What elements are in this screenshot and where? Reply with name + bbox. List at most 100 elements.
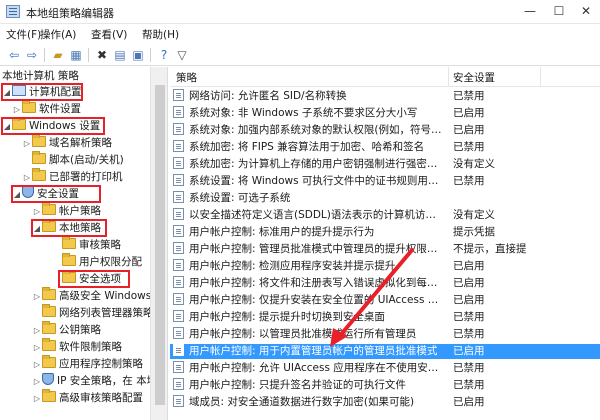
- tree-user-rights[interactable]: 用户权限分配: [52, 253, 142, 271]
- minimize-button[interactable]: —: [514, 0, 546, 24]
- menu-view[interactable]: 查看(V): [91, 27, 127, 42]
- policy-name-text: 域成员: 对安全通道数据进行数字加密(如果可能): [189, 396, 415, 408]
- tree-root-label: 本地计算机 策略: [2, 70, 79, 82]
- column-header-policy[interactable]: 策略: [176, 70, 197, 85]
- table-row[interactable]: 用户帐户控制: 以管理员批准模式运行所有管理员 已禁用: [170, 327, 600, 342]
- tree-public-key[interactable]: ▷ 公钥策略: [32, 321, 101, 339]
- security-setting-value: 已禁用: [453, 379, 485, 391]
- tree-ipsec[interactable]: ▷ IP 安全策略，在 本地: [32, 373, 157, 390]
- tree-wf-advanced[interactable]: ▷ 高级安全 Windows 防: [32, 287, 165, 305]
- table-row[interactable]: 系统加密: 为计算机上存储的用户密钥强制进行强密钥保护 没有定义: [170, 157, 600, 172]
- folder-icon: [42, 304, 56, 317]
- policy-item-icon: [173, 157, 184, 169]
- table-row[interactable]: 用户帐户控制: 允许 UIAccess 应用程序在不使用安全桌面... 已禁用: [170, 361, 600, 376]
- security-setting-value: 已启用: [453, 107, 485, 119]
- tree-audit-policy[interactable]: 审核策略: [52, 236, 121, 254]
- security-setting-value: 没有定义: [453, 209, 495, 221]
- policy-name-text: 用户帐户控制: 只提升签名并验证的可执行文件: [189, 379, 406, 391]
- filter-icon[interactable]: ▽: [174, 47, 190, 63]
- highlight-box: [1, 117, 105, 135]
- tree-software-restriction[interactable]: ▷ 软件限制策略: [32, 338, 122, 356]
- table-row[interactable]: 系统设置: 将 Windows 可执行文件中的证书规则用于软件... 已禁用: [170, 174, 600, 189]
- table-row[interactable]: 用户帐户控制: 提示提升时切换到安全桌面 已禁用: [170, 310, 600, 325]
- table-row[interactable]: 系统对象: 加强内部系统对象的默认权限(例如，符号链接) 已启用: [170, 123, 600, 138]
- policy-name-text: 用户帐户控制: 以管理员批准模式运行所有管理员: [189, 328, 417, 340]
- export-list-icon[interactable]: ▣: [130, 47, 146, 63]
- column-divider[interactable]: [540, 67, 541, 87]
- tree-scripts[interactable]: 脚本(启动/关机): [22, 151, 124, 169]
- folder-icon: [22, 100, 36, 113]
- table-row[interactable]: 用户帐户控制: 将文件和注册表写入错误虚拟化到每用户位置 已启用: [170, 276, 600, 291]
- tree-item-label: 高级审核策略配置: [59, 392, 143, 404]
- back-arrow-icon[interactable]: ⇦: [6, 47, 22, 63]
- expand-arrow-icon[interactable]: ▷: [32, 339, 42, 356]
- column-header-setting[interactable]: 安全设置: [453, 70, 495, 85]
- expand-arrow-icon[interactable]: ▷: [32, 288, 42, 305]
- scrollbar-thumb[interactable]: [155, 85, 165, 405]
- security-setting-value: 已禁用: [453, 90, 485, 102]
- tree-network-list[interactable]: 网络列表管理器策略: [32, 304, 154, 322]
- policy-name: 系统加密: 将 FIPS 兼容算法用于加密、哈希和签名: [173, 140, 445, 155]
- menu-bar: 文件(F) 操作(A) 查看(V) 帮助(H): [0, 24, 600, 44]
- folder-icon: [42, 389, 56, 402]
- expand-arrow-icon[interactable]: ▷: [12, 101, 22, 118]
- menu-help[interactable]: 帮助(H): [142, 27, 179, 42]
- policy-item-icon: [173, 344, 184, 356]
- expand-arrow-icon[interactable]: ▷: [32, 203, 42, 220]
- menu-file[interactable]: 文件(F): [6, 27, 41, 42]
- toolbar-separator: [88, 48, 89, 62]
- table-row[interactable]: 网络访问: 允许匿名 SID/名称转换 已禁用: [170, 89, 600, 104]
- tree-item-label: 软件限制策略: [59, 341, 122, 353]
- policy-name-text: 系统加密: 为计算机上存储的用户密钥强制进行强密钥保护: [189, 158, 445, 170]
- tree-item-label: 已部署的打印机: [49, 171, 123, 183]
- table-row[interactable]: 用户帐户控制: 仅提升安装在安全位置的 UIAccess 应用程序 已启用: [170, 293, 600, 308]
- tree-item-label: 审核策略: [79, 239, 121, 251]
- up-folder-icon[interactable]: ▰: [50, 47, 66, 63]
- column-divider[interactable]: [448, 67, 449, 87]
- policy-item-icon: [173, 310, 184, 322]
- table-row[interactable]: 域成员: 对安全通道数据进行数字加密(如果可能) 已启用: [170, 395, 600, 410]
- tree-dns-policy[interactable]: ▷ 域名解析策略: [22, 134, 112, 152]
- tree-account-policies[interactable]: ▷ 帐户策略: [32, 202, 101, 220]
- table-row[interactable]: 用户帐户控制: 用于内置管理员帐户的管理员批准模式 已启用: [170, 344, 600, 359]
- expand-arrow-icon[interactable]: ▷: [32, 356, 42, 373]
- table-row[interactable]: 用户帐户控制: 检测应用程序安装并提示提升 已启用: [170, 259, 600, 274]
- tree-advanced-audit[interactable]: ▷ 高级审核策略配置: [32, 389, 143, 407]
- security-setting-value: 已启用: [453, 294, 485, 306]
- security-setting-value: 已启用: [453, 124, 485, 136]
- maximize-button[interactable]: ☐: [543, 0, 575, 24]
- expand-arrow-icon[interactable]: ▷: [32, 390, 42, 407]
- tree-item-label: 脚本(启动/关机): [49, 154, 124, 166]
- tree-scrollbar[interactable]: [150, 67, 167, 420]
- table-row[interactable]: 用户帐户控制: 管理员批准模式中管理员的提升权限提示的... 不提示，直接提: [170, 242, 600, 257]
- delete-icon[interactable]: ✖: [94, 47, 110, 63]
- tree-deployed-printers[interactable]: ▷ 已部署的打印机: [22, 168, 123, 186]
- show-tree-icon[interactable]: ▦: [68, 47, 84, 63]
- tree-software-settings[interactable]: ▷ 软件设置: [12, 100, 81, 118]
- tree-app-control[interactable]: ▷ 应用程序控制策略: [32, 355, 143, 373]
- policy-name-text: 用户帐户控制: 检测应用程序安装并提示提升: [189, 260, 396, 272]
- table-row[interactable]: 系统对象: 非 Windows 子系统不要求区分大小写 已启用: [170, 106, 600, 121]
- close-button[interactable]: ✕: [572, 0, 600, 24]
- policy-name: 用户帐户控制: 用于内置管理员帐户的管理员批准模式: [173, 344, 445, 359]
- table-row[interactable]: 用户帐户控制: 只提升签名并验证的可执行文件 已禁用: [170, 378, 600, 393]
- help-icon[interactable]: ?: [156, 47, 172, 63]
- expand-arrow-icon[interactable]: ▷: [32, 322, 42, 339]
- expand-arrow-icon[interactable]: ▷: [22, 135, 32, 152]
- expand-arrow-icon[interactable]: ▷: [22, 169, 32, 186]
- properties-icon[interactable]: ▤: [112, 47, 128, 63]
- policy-name: 用户帐户控制: 将文件和注册表写入错误虚拟化到每用户位置: [173, 276, 445, 291]
- policy-editor-icon: [6, 5, 20, 18]
- policy-item-icon: [173, 106, 184, 118]
- tree-item-label: 软件设置: [39, 103, 81, 115]
- menu-action[interactable]: 操作(A): [40, 27, 76, 42]
- table-row[interactable]: 用户帐户控制: 标准用户的提升提示行为 提示凭据: [170, 225, 600, 240]
- expand-arrow-icon[interactable]: ▷: [32, 373, 42, 390]
- folder-icon: [42, 202, 56, 215]
- table-row[interactable]: 系统设置: 可选子系统: [170, 191, 600, 206]
- forward-arrow-icon[interactable]: ⇨: [24, 47, 40, 63]
- table-row[interactable]: 以安全描述符定义语言(SDDL)语法表示的计算机访问限制 没有定义: [170, 208, 600, 223]
- policy-item-icon: [173, 89, 184, 101]
- table-row[interactable]: 系统加密: 将 FIPS 兼容算法用于加密、哈希和签名 已禁用: [170, 140, 600, 155]
- policy-name: 用户帐户控制: 提示提升时切换到安全桌面: [173, 310, 445, 325]
